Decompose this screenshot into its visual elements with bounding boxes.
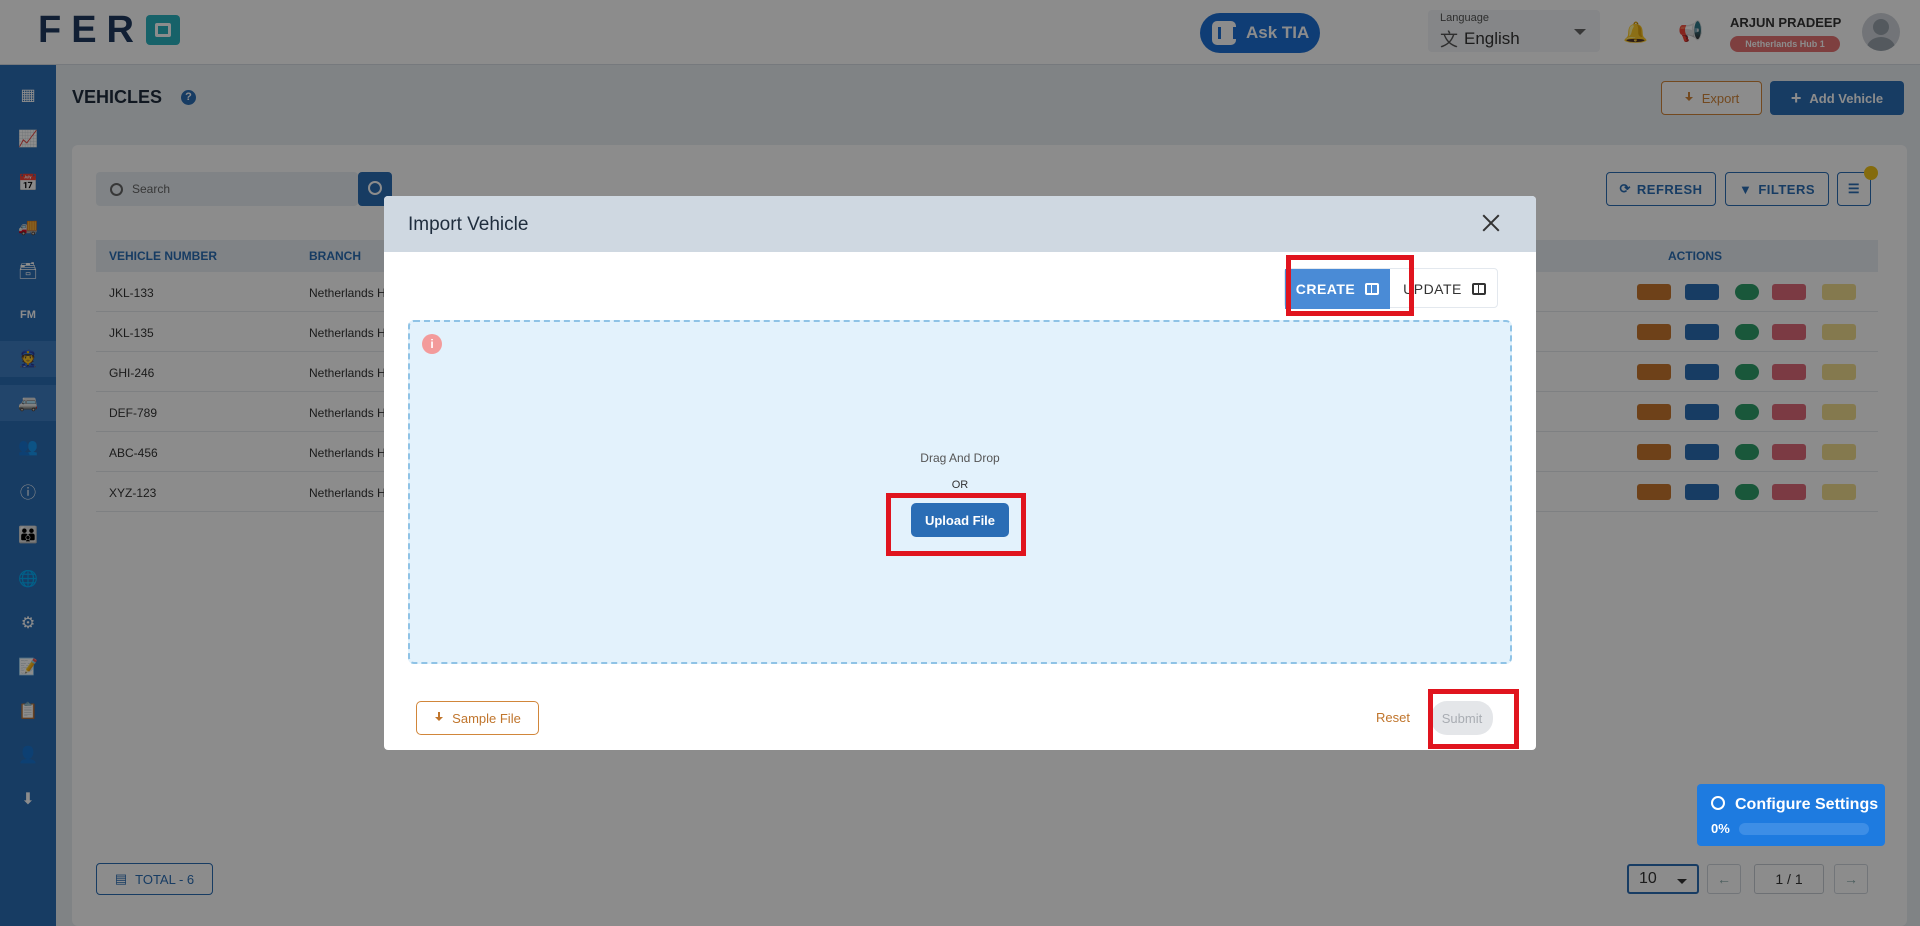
highlight-create xyxy=(1286,255,1414,316)
config-progress-bar xyxy=(1739,823,1869,835)
highlight-submit xyxy=(1428,689,1519,749)
highlight-upload xyxy=(886,493,1026,556)
configure-settings-widget[interactable]: Configure Settings 0% xyxy=(1697,784,1885,846)
circle-icon xyxy=(1711,796,1725,810)
or-text: OR xyxy=(951,479,969,491)
modal-header: Import Vehicle xyxy=(384,196,1536,252)
close-icon[interactable] xyxy=(1480,212,1502,234)
sample-file-button[interactable]: Sample File xyxy=(416,701,539,735)
info-icon[interactable]: i xyxy=(422,334,442,354)
file-drop-zone[interactable]: i Drag And Drop OR Upload File xyxy=(408,320,1512,664)
reset-button[interactable]: Reset xyxy=(1376,710,1410,725)
table-edit-icon xyxy=(1471,283,1486,295)
modal-title: Import Vehicle xyxy=(408,214,529,235)
drag-drop-text: Drag And Drop xyxy=(920,451,1000,465)
download-icon xyxy=(434,712,444,724)
